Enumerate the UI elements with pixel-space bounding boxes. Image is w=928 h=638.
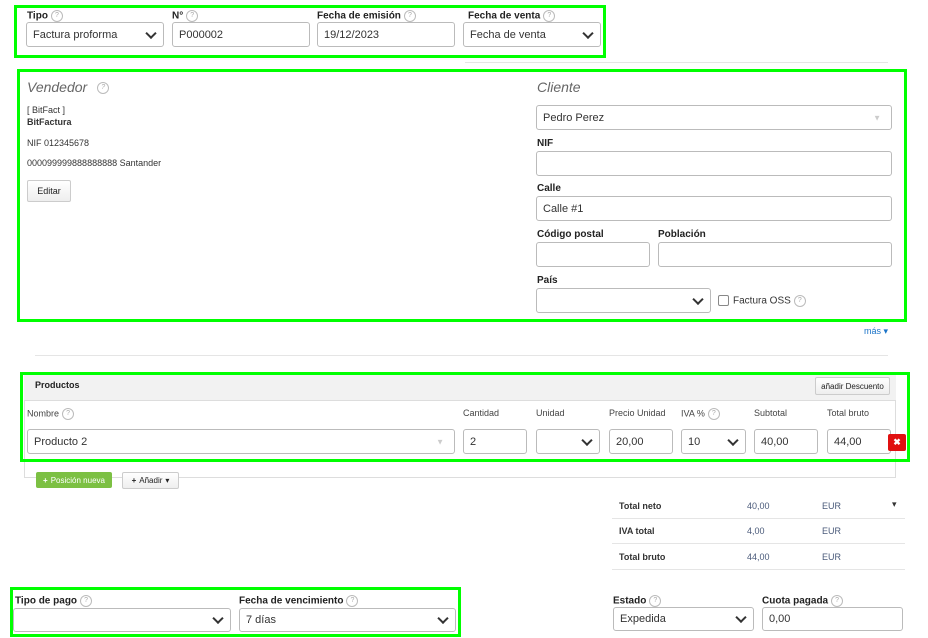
total-bruto-label: Total bruto: [619, 552, 666, 562]
col-nombre: Nombre?: [27, 408, 75, 420]
help-icon[interactable]: ?: [186, 10, 199, 22]
nif-input[interactable]: [536, 151, 892, 176]
poblacion-input[interactable]: [658, 242, 892, 267]
cliente-title: Cliente: [537, 79, 581, 95]
fecha-venta-label: Fecha de venta?: [468, 10, 556, 22]
cp-input[interactable]: [536, 242, 650, 267]
vencimiento-label: Fecha de vencimiento?: [239, 595, 359, 607]
plus-icon: +: [131, 476, 137, 485]
help-icon[interactable]: ?: [831, 595, 844, 607]
more-link[interactable]: más ▾: [864, 326, 888, 337]
col-cantidad: Cantidad: [463, 408, 500, 418]
numero-label: N°?: [172, 10, 199, 22]
cliente-name-combobox[interactable]: Pedro Perez ▼: [536, 105, 892, 130]
cuota-input[interactable]: 0,00: [762, 607, 903, 631]
divider: [612, 569, 905, 570]
iva-total-label: IVA total: [619, 526, 655, 536]
total-neto-value: 40,00: [747, 501, 770, 511]
tipo-select[interactable]: Factura proforma: [26, 22, 164, 47]
tipo-pago-label: Tipo de pago?: [15, 595, 93, 607]
dropdown-arrow-icon: ▼: [873, 113, 881, 122]
calle-textarea[interactable]: Calle #1: [536, 196, 892, 221]
add-discount-button[interactable]: añadir Descuento: [815, 377, 890, 395]
col-subtotal: Subtotal: [754, 408, 788, 418]
vencimiento-select[interactable]: 7 días: [239, 608, 456, 632]
help-icon[interactable]: ?: [62, 408, 75, 420]
help-icon[interactable]: ?: [403, 10, 416, 22]
fecha-emision-input[interactable]: 19/12/2023: [317, 22, 455, 47]
col-total: Total bruto: [827, 408, 870, 418]
fecha-emision-label: Fecha de emisión?: [317, 10, 416, 22]
col-unidad: Unidad: [536, 408, 565, 418]
vendedor-nif: NIF 012345678: [27, 138, 90, 148]
iva-total-currency: EUR: [822, 526, 842, 536]
new-position-button[interactable]: + Posición nueva: [36, 472, 112, 488]
divider: [35, 355, 888, 356]
products-title: Productos: [35, 380, 80, 390]
vendedor-name: BitFactura: [27, 117, 72, 127]
fecha-venta-select[interactable]: Fecha de venta: [463, 22, 601, 47]
numero-input[interactable]: P000002: [172, 22, 310, 47]
cuota-label: Cuota pagada?: [762, 595, 844, 607]
plus-icon: +: [43, 475, 48, 485]
help-icon[interactable]: ?: [543, 10, 556, 22]
edit-vendedor-button[interactable]: Editar: [27, 180, 71, 202]
delete-row-icon[interactable]: ✖: [888, 434, 906, 451]
caret-down-icon: ▾: [165, 476, 170, 485]
total-neto-currency: EUR: [822, 501, 842, 511]
iva-total-value: 4,00: [747, 526, 765, 536]
estado-select[interactable]: Expedida: [613, 607, 754, 631]
subtotal-input[interactable]: 40,00: [754, 429, 818, 454]
vendedor-account: 000099999888888888 Santander: [27, 158, 162, 168]
divider: [465, 62, 888, 63]
cantidad-input[interactable]: 2: [463, 429, 527, 454]
col-iva: IVA %?: [681, 408, 720, 420]
iva-select[interactable]: 10: [681, 429, 746, 454]
help-icon[interactable]: ?: [707, 408, 720, 420]
unidad-select[interactable]: [536, 429, 600, 454]
help-icon[interactable]: ?: [50, 10, 63, 22]
dropdown-arrow-icon: ▼: [436, 437, 444, 446]
product-name-combobox[interactable]: Producto 2 ▼: [27, 429, 455, 454]
oss-label: Factura OSS?: [733, 295, 806, 307]
help-icon[interactable]: ?: [649, 595, 662, 607]
precio-input[interactable]: 20,00: [609, 429, 673, 454]
total-neto-label: Total neto: [619, 501, 662, 511]
oss-checkbox[interactable]: [718, 295, 729, 306]
currency-caret-icon[interactable]: ▾: [892, 499, 897, 510]
tipo-label: Tipo?: [27, 10, 63, 22]
help-icon[interactable]: ?: [80, 595, 93, 607]
vendedor-tag: [ BitFact ]: [27, 105, 66, 115]
calle-label: Calle: [537, 183, 561, 194]
add-dropdown-button[interactable]: + Añadir ▾: [122, 472, 179, 489]
col-precio: Precio Unidad: [609, 408, 666, 418]
vendedor-title: Vendedor?: [27, 79, 110, 95]
divider: [612, 518, 905, 519]
pais-label: País: [537, 275, 558, 286]
help-icon[interactable]: ?: [97, 82, 110, 95]
cp-label: Código postal: [537, 229, 604, 240]
estado-label: Estado?: [613, 595, 662, 607]
total-bruto-value: 44,00: [747, 552, 770, 562]
tipo-value: Factura proforma: [33, 28, 118, 41]
total-bruto-currency: EUR: [822, 552, 842, 562]
help-icon[interactable]: ?: [346, 595, 359, 607]
total-input[interactable]: 44,00: [827, 429, 891, 454]
poblacion-label: Población: [658, 229, 706, 240]
help-icon[interactable]: ?: [793, 295, 806, 307]
tipo-pago-select[interactable]: [13, 608, 231, 632]
pais-select[interactable]: [536, 288, 711, 313]
nif-label: NIF: [537, 138, 554, 149]
divider: [612, 543, 905, 544]
